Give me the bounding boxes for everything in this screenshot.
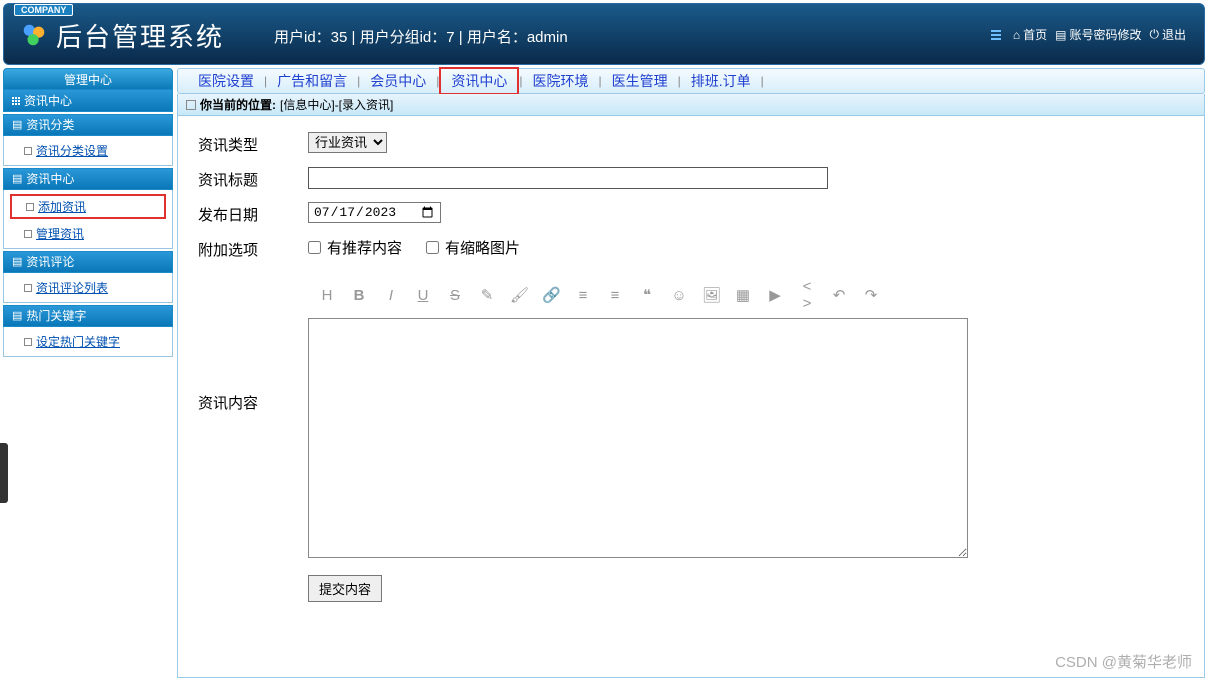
heading-icon[interactable]: H bbox=[318, 287, 336, 304]
editor-toolbar: HBIUS ✎ 🖌 🔗 ≡ ≡ ❝ ☺ 🖼 ▦ ▶ < > ↶ ↷ bbox=[308, 272, 1194, 318]
quote-icon[interactable]: ❝ bbox=[638, 286, 656, 304]
sidebar-item-comments[interactable]: 资讯评论列表 bbox=[4, 275, 172, 300]
sidebar-mgmt-header: 管理中心 bbox=[3, 68, 173, 90]
top-actions: ⌂首页 ▤账号密码修改 ⏻退出 bbox=[991, 26, 1186, 43]
list-icon: ▤ bbox=[12, 305, 22, 327]
tab-5[interactable]: 医生管理 bbox=[602, 69, 678, 93]
table-icon[interactable]: ▦ bbox=[734, 286, 752, 304]
strike-icon[interactable]: S bbox=[446, 287, 464, 304]
account-link[interactable]: ▤账号密码修改 bbox=[1055, 26, 1141, 43]
align-icon[interactable]: ≡ bbox=[606, 287, 624, 304]
news-type-select[interactable]: 行业资讯 bbox=[308, 132, 387, 153]
bullet-icon bbox=[26, 203, 34, 211]
sidebar-section-bar: 资讯中心 bbox=[3, 90, 173, 112]
label-title: 资讯标题 bbox=[188, 167, 308, 190]
list-icon: ▤ bbox=[12, 251, 22, 273]
checkbox-thumbnail[interactable]: 有缩略图片 bbox=[426, 237, 520, 258]
bold-icon[interactable]: B bbox=[350, 287, 368, 304]
tabs-row: 医院设置|广告和留言|会员中心|资讯中心|医院环境|医生管理|排班.订单| bbox=[177, 68, 1205, 94]
sidebar: 管理中心 资讯中心 ▤资讯分类 资讯分类设置 ▤资讯中心 添加资讯 管理资讯 ▤… bbox=[3, 68, 173, 678]
home-link[interactable]: ⌂首页 bbox=[1013, 26, 1047, 43]
label-extra: 附加选项 bbox=[188, 237, 308, 260]
content-editor[interactable] bbox=[308, 318, 968, 558]
user-info: 用户id：35 | 用户分组id：7 | 用户名：admin bbox=[274, 26, 568, 47]
system-title: 后台管理系统 bbox=[56, 17, 224, 54]
video-icon[interactable]: ▶ bbox=[766, 286, 784, 304]
bullet-icon bbox=[24, 338, 32, 346]
tab-0[interactable]: 医院设置 bbox=[188, 69, 264, 93]
label-content: 资讯内容 bbox=[188, 272, 308, 413]
sidebar-cat-1[interactable]: ▤资讯中心 bbox=[3, 168, 173, 190]
code-icon[interactable]: < > bbox=[798, 278, 816, 312]
label-type: 资讯类型 bbox=[188, 132, 308, 155]
top-header: COMPANY 后台管理系统 用户id：35 | 用户分组id：7 | 用户名：… bbox=[3, 3, 1205, 65]
sidebar-cat-3[interactable]: ▤热门关键字 bbox=[3, 305, 173, 327]
sidebar-item-manage-news[interactable]: 管理资讯 bbox=[4, 221, 172, 246]
collapse-handle[interactable] bbox=[0, 443, 8, 503]
company-tag: COMPANY bbox=[14, 4, 73, 16]
tab-2[interactable]: 会员中心 bbox=[360, 69, 436, 93]
logout-link[interactable]: ⏻退出 bbox=[1149, 26, 1186, 43]
news-title-input[interactable] bbox=[308, 167, 828, 189]
tab-6[interactable]: 排班.订单 bbox=[681, 69, 761, 93]
link-icon[interactable]: 🔗 bbox=[542, 286, 560, 304]
redo-icon[interactable]: ↷ bbox=[862, 286, 880, 304]
sidebar-cat-2[interactable]: ▤资讯评论 bbox=[3, 251, 173, 273]
tab-3[interactable]: 资讯中心 bbox=[439, 67, 519, 95]
list-icon: ▤ bbox=[1055, 28, 1066, 42]
brush-icon[interactable]: 🖌 bbox=[510, 286, 528, 304]
power-icon: ⏻ bbox=[1149, 27, 1159, 42]
sidebar-item-keywords[interactable]: 设定热门关键字 bbox=[4, 329, 172, 354]
label-date: 发布日期 bbox=[188, 202, 308, 225]
logo-icon bbox=[20, 21, 48, 49]
bullet-icon bbox=[24, 284, 32, 292]
submit-button[interactable]: 提交内容 bbox=[308, 575, 382, 602]
emoji-icon[interactable]: ☺ bbox=[670, 287, 688, 304]
breadcrumb: 你当前的位置: [信息中心]-[录入资讯] bbox=[177, 94, 1205, 116]
menu-icon[interactable] bbox=[991, 30, 1001, 40]
sidebar-cat-0[interactable]: ▤资讯分类 bbox=[3, 114, 173, 136]
sidebar-item-category-settings[interactable]: 资讯分类设置 bbox=[4, 138, 172, 163]
undo-icon[interactable]: ↶ bbox=[830, 286, 848, 304]
underline-icon[interactable]: U bbox=[414, 287, 432, 304]
page-icon bbox=[186, 100, 196, 110]
content-area: 资讯类型 行业资讯 资讯标题 发布日期 bbox=[177, 116, 1205, 678]
main-area: 医院设置|广告和留言|会员中心|资讯中心|医院环境|医生管理|排班.订单| 你当… bbox=[177, 68, 1205, 678]
checkbox-recommend[interactable]: 有推荐内容 bbox=[308, 237, 402, 258]
image-icon[interactable]: 🖼 bbox=[702, 286, 720, 304]
tab-4[interactable]: 医院环境 bbox=[523, 69, 599, 93]
edit-icon[interactable]: ✎ bbox=[478, 286, 496, 304]
grid-icon bbox=[12, 97, 20, 105]
list-icon[interactable]: ≡ bbox=[574, 287, 592, 304]
list-icon: ▤ bbox=[12, 114, 22, 136]
tab-1[interactable]: 广告和留言 bbox=[267, 69, 357, 93]
home-icon: ⌂ bbox=[1013, 28, 1020, 42]
publish-date-input[interactable] bbox=[308, 202, 441, 223]
sidebar-item-add-news[interactable]: 添加资讯 bbox=[10, 194, 166, 219]
bullet-icon bbox=[24, 230, 32, 238]
italic-icon[interactable]: I bbox=[382, 287, 400, 304]
list-icon: ▤ bbox=[12, 168, 22, 190]
bullet-icon bbox=[24, 147, 32, 155]
